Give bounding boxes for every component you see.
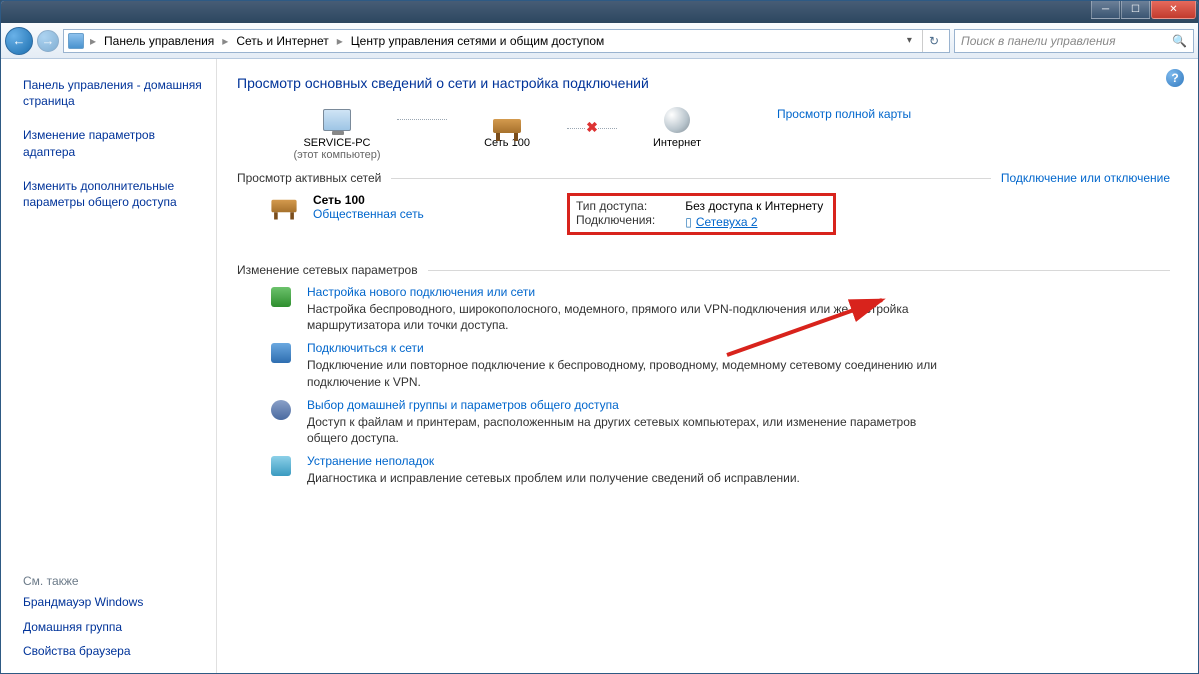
window: ─ ☐ ✕ ← → ▸ Панель управления ▸ Сеть и И…: [0, 0, 1199, 674]
connection-link[interactable]: Сетевуха 2: [696, 215, 758, 229]
active-networks-heading: Просмотр активных сетей Подключение или …: [237, 171, 1170, 185]
highlighted-connection-box: Тип доступа: Подключения: Без доступа к …: [567, 193, 836, 235]
map-node-label: Интернет: [617, 137, 737, 149]
map-node-network: Сеть 100: [447, 103, 567, 149]
navbar: ← → ▸ Панель управления ▸ Сеть и Интерне…: [1, 23, 1198, 59]
address-bar[interactable]: ▸ Панель управления ▸ Сеть и Интернет ▸ …: [63, 29, 950, 53]
control-panel-icon: [68, 33, 84, 49]
refresh-button[interactable]: ↻: [922, 30, 945, 52]
troubleshoot-icon: [271, 456, 291, 476]
main-content: ? Просмотр основных сведений о сети и на…: [217, 59, 1198, 673]
network-type-link[interactable]: Общественная сеть: [313, 207, 424, 221]
task-desc: Доступ к файлам и принтерам, расположенн…: [307, 414, 947, 446]
breadcrumb-item[interactable]: Центр управления сетями и общим доступом: [349, 34, 607, 48]
body: Панель управления - домашняя страница Из…: [1, 59, 1198, 673]
map-node-label: Сеть 100: [447, 137, 567, 149]
chevron-right-icon: ▸: [220, 34, 230, 48]
sidebar-link-browser-props[interactable]: Свойства браузера: [1, 639, 216, 663]
task-title: Выбор домашней группы и параметров общег…: [307, 398, 947, 412]
task-title: Настройка нового подключения или сети: [307, 285, 947, 299]
active-network-item: Сеть 100 Общественная сеть Тип доступа: …: [267, 193, 1170, 235]
access-type-label: Тип доступа:: [576, 199, 655, 213]
change-settings-heading: Изменение сетевых параметров: [237, 263, 1170, 277]
minimize-button[interactable]: ─: [1091, 1, 1120, 19]
homegroup-icon: [271, 400, 291, 420]
bench-icon: [271, 200, 296, 213]
maximize-button[interactable]: ☐: [1121, 1, 1150, 19]
connections-label: Подключения:: [576, 213, 655, 227]
breadcrumb-item[interactable]: Панель управления: [102, 34, 216, 48]
sidebar-link-sharing-settings[interactable]: Изменить дополнительные параметры общего…: [1, 174, 216, 214]
globe-icon: [664, 107, 690, 133]
sidebar-link-home[interactable]: Панель управления - домашняя страница: [1, 73, 216, 113]
chevron-right-icon: ▸: [335, 34, 345, 48]
task-desc: Настройка беспроводного, широкополосного…: [307, 301, 947, 333]
chevron-right-icon: ▸: [88, 34, 98, 48]
new-connection-icon: [271, 287, 291, 307]
titlebar: ─ ☐ ✕: [1, 1, 1198, 23]
map-node-sublabel: (этот компьютер): [277, 149, 397, 161]
search-input[interactable]: Поиск в панели управления 🔍: [954, 29, 1194, 53]
map-node-this-pc: SERVICE-PC (этот компьютер): [277, 103, 397, 161]
task-desc: Подключение или повторное подключение к …: [307, 357, 947, 389]
task-new-connection[interactable]: Настройка нового подключения или сети На…: [267, 285, 1170, 333]
help-icon[interactable]: ?: [1166, 69, 1184, 87]
connect-icon: [271, 343, 291, 363]
search-icon: 🔍: [1172, 34, 1187, 48]
sidebar: Панель управления - домашняя страница Из…: [1, 59, 217, 673]
map-node-internet: Интернет: [617, 103, 737, 149]
task-title: Устранение неполадок: [307, 454, 800, 468]
task-troubleshoot[interactable]: Устранение неполадок Диагностика и испра…: [267, 454, 1170, 486]
network-name: Сеть 100: [313, 193, 424, 207]
access-type-value: Без доступа к Интернету: [685, 199, 823, 213]
full-map-link[interactable]: Просмотр полной карты: [777, 107, 911, 121]
task-homegroup[interactable]: Выбор домашней группы и параметров общег…: [267, 398, 1170, 446]
task-title: Подключиться к сети: [307, 341, 947, 355]
address-dropdown-icon[interactable]: ▾: [901, 35, 918, 46]
section-label: Изменение сетевых параметров: [237, 263, 418, 277]
network-map: SERVICE-PC (этот компьютер) Сеть 100 ✖ И…: [277, 103, 1170, 161]
map-connector-broken: ✖: [567, 119, 617, 136]
task-connect-network[interactable]: Подключиться к сети Подключение или повт…: [267, 341, 1170, 389]
nav-forward-button[interactable]: →: [37, 30, 59, 52]
map-node-label: SERVICE-PC: [277, 137, 397, 149]
sidebar-link-homegroup[interactable]: Домашняя группа: [1, 615, 216, 639]
connect-disconnect-link[interactable]: Подключение или отключение: [1001, 171, 1170, 185]
sidebar-link-firewall[interactable]: Брандмауэр Windows: [1, 590, 216, 614]
page-title: Просмотр основных сведений о сети и наст…: [237, 75, 1170, 91]
ethernet-icon: ▯: [685, 215, 692, 229]
section-label: Просмотр активных сетей: [237, 171, 381, 185]
x-icon: ✖: [586, 119, 598, 136]
sidebar-link-adapter-settings[interactable]: Изменение параметров адаптера: [1, 123, 216, 163]
nav-back-button[interactable]: ←: [5, 27, 33, 55]
see-also-label: См. также: [1, 568, 216, 590]
task-desc: Диагностика и исправление сетевых пробле…: [307, 470, 800, 486]
computer-icon: [323, 109, 351, 131]
bench-icon: [493, 119, 521, 133]
breadcrumb-item[interactable]: Сеть и Интернет: [234, 34, 330, 48]
close-button[interactable]: ✕: [1151, 1, 1196, 19]
search-placeholder: Поиск в панели управления: [961, 34, 1116, 48]
